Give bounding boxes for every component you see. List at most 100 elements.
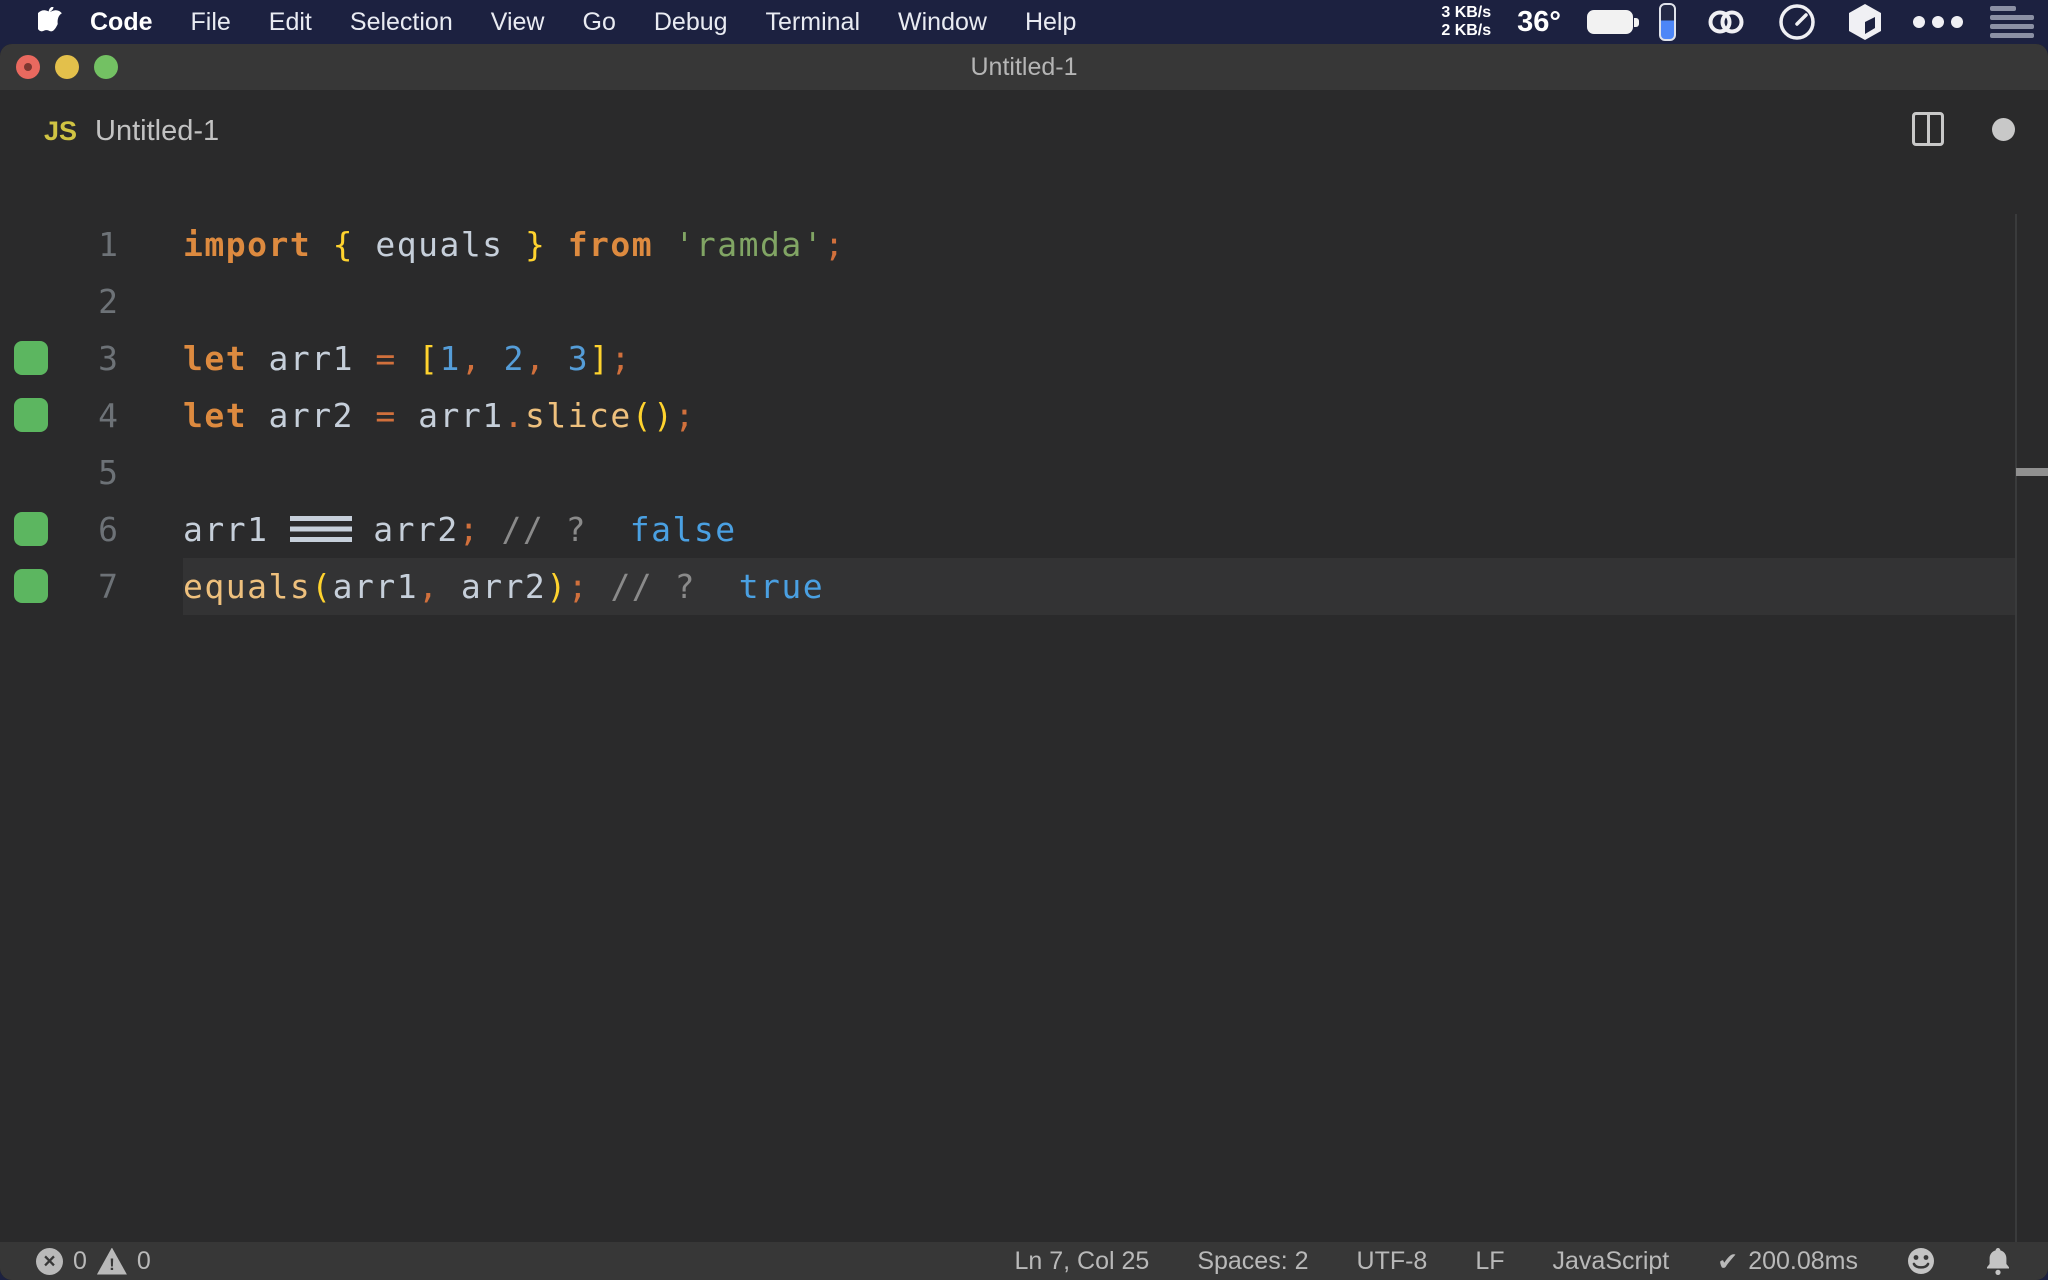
network-speed[interactable]: 3 KB/s 2 KB/s: [1441, 4, 1491, 40]
list-icon[interactable]: [1990, 5, 2034, 39]
code-token: from: [567, 225, 654, 264]
code-text: let arr1 = [1, 2, 3];: [183, 330, 632, 387]
menu-edit[interactable]: Edit: [250, 8, 331, 37]
app-menus: Code File Edit Selection View Go Debug Terminal…: [71, 8, 1095, 37]
more-dots-icon[interactable]: [1912, 15, 1964, 29]
editor-title-area: JS Untitled-1: [0, 90, 2048, 214]
quokka-perf-status[interactable]: ✔ 200.08ms: [1717, 1247, 1858, 1276]
gauge-icon[interactable]: [1776, 1, 1818, 43]
menu-debug[interactable]: Debug: [635, 8, 747, 37]
line-number[interactable]: 6: [0, 501, 118, 558]
problems-status[interactable]: × 0 ! 0: [36, 1247, 151, 1276]
code-editor[interactable]: 1 import { equals } from 'ramda'; 2 3 let ar…: [0, 214, 2048, 1280]
line-number[interactable]: 5: [0, 444, 118, 501]
code-token: ): [653, 396, 675, 435]
menu-code[interactable]: Code: [71, 8, 172, 37]
notifications-bell-icon[interactable]: [1984, 1246, 2012, 1276]
cube-icon[interactable]: [1844, 1, 1886, 43]
line-number[interactable]: 7: [0, 558, 118, 615]
linked-rings-icon[interactable]: [1702, 3, 1750, 41]
tab-untitled-1[interactable]: JS Untitled-1: [44, 104, 219, 158]
code-token: //: [501, 510, 545, 549]
menu-help[interactable]: Help: [1006, 8, 1095, 37]
line-number[interactable]: 4: [0, 387, 118, 444]
line-number[interactable]: 1: [0, 216, 118, 273]
code-line-1[interactable]: 1 import { equals } from 'ramda';: [0, 216, 2048, 273]
code-token: =: [375, 339, 397, 378]
volume-level-icon[interactable]: [1659, 3, 1676, 41]
menu-window[interactable]: Window: [879, 8, 1006, 37]
code-token: ;: [824, 225, 846, 264]
code-line-4[interactable]: 4 let arr2 = arr1.slice();: [0, 387, 2048, 444]
traffic-lights: [16, 55, 118, 79]
code-token: equals: [183, 567, 312, 606]
encoding-status[interactable]: UTF-8: [1357, 1247, 1428, 1276]
code-text: import { equals } from 'ramda';: [183, 216, 846, 273]
zoom-button[interactable]: [94, 55, 118, 79]
feedback-smiley-icon[interactable]: [1906, 1246, 1936, 1276]
menu-view[interactable]: View: [472, 8, 564, 37]
apple-icon: [38, 7, 62, 32]
code-token: false: [629, 510, 737, 549]
code-token: arr1: [268, 339, 354, 378]
code-token: arr1: [183, 510, 269, 549]
menu-terminal[interactable]: Terminal: [747, 8, 879, 37]
code-token: (: [311, 567, 333, 606]
cursor-position-status[interactable]: Ln 7, Col 25: [1015, 1247, 1150, 1276]
modified-indicator-dot[interactable]: [1992, 118, 2015, 141]
code-token: ]: [589, 339, 611, 378]
code-token: arr2: [268, 396, 354, 435]
code-token: arr1: [332, 567, 419, 606]
battery-icon[interactable]: [1587, 10, 1639, 34]
code-token: 'ramda': [674, 225, 825, 264]
code-token: equals: [375, 225, 504, 264]
warning-icon: !: [96, 1247, 127, 1275]
eol-status[interactable]: LF: [1475, 1247, 1504, 1276]
javascript-file-icon: JS: [44, 115, 78, 146]
split-editor-icon[interactable]: [1912, 112, 1944, 146]
code-line-6[interactable]: 6 arr1 === arr2; // ? false: [0, 501, 2048, 558]
code-token: arr2: [373, 510, 459, 549]
menu-file[interactable]: File: [172, 8, 250, 37]
code-token: let: [183, 396, 248, 435]
language-mode-status[interactable]: JavaScript: [1553, 1247, 1670, 1276]
code-text: equals(arr1, arr2); // ? true: [183, 558, 824, 615]
menu-selection[interactable]: Selection: [331, 8, 472, 37]
code-token: ): [546, 567, 568, 606]
code-line-3[interactable]: 3 let arr1 = [1, 2, 3];: [0, 330, 2048, 387]
temperature-status[interactable]: 36°: [1517, 6, 1561, 39]
check-icon: ✔: [1717, 1246, 1739, 1276]
error-count: 0: [73, 1246, 87, 1275]
code-token: ;: [610, 339, 632, 378]
indentation-status[interactable]: Spaces: 2: [1197, 1247, 1308, 1276]
code-line-5[interactable]: 5: [0, 444, 2048, 501]
code-token: 2: [503, 339, 525, 378]
menu-go[interactable]: Go: [564, 8, 635, 37]
code-line-7[interactable]: 7 equals(arr1, arr2); // ? true: [0, 558, 2048, 615]
code-token: (: [631, 396, 654, 435]
code-token: true: [738, 567, 825, 606]
code-text: let arr2 = arr1.slice();: [183, 387, 696, 444]
minimize-button[interactable]: [55, 55, 79, 79]
code-token: ;: [458, 510, 481, 549]
apple-menu[interactable]: [38, 7, 63, 37]
code-line-2[interactable]: 2: [0, 273, 2048, 330]
close-button[interactable]: [16, 55, 40, 79]
window-titlebar[interactable]: Untitled-1: [0, 44, 2048, 90]
code-token: }: [524, 225, 547, 264]
line-number[interactable]: 2: [0, 273, 118, 330]
status-bar: × 0 ! 0 Ln 7, Col 25 Spaces: 2 UTF-8 LF …: [0, 1242, 2048, 1280]
line-number[interactable]: 3: [0, 330, 118, 387]
